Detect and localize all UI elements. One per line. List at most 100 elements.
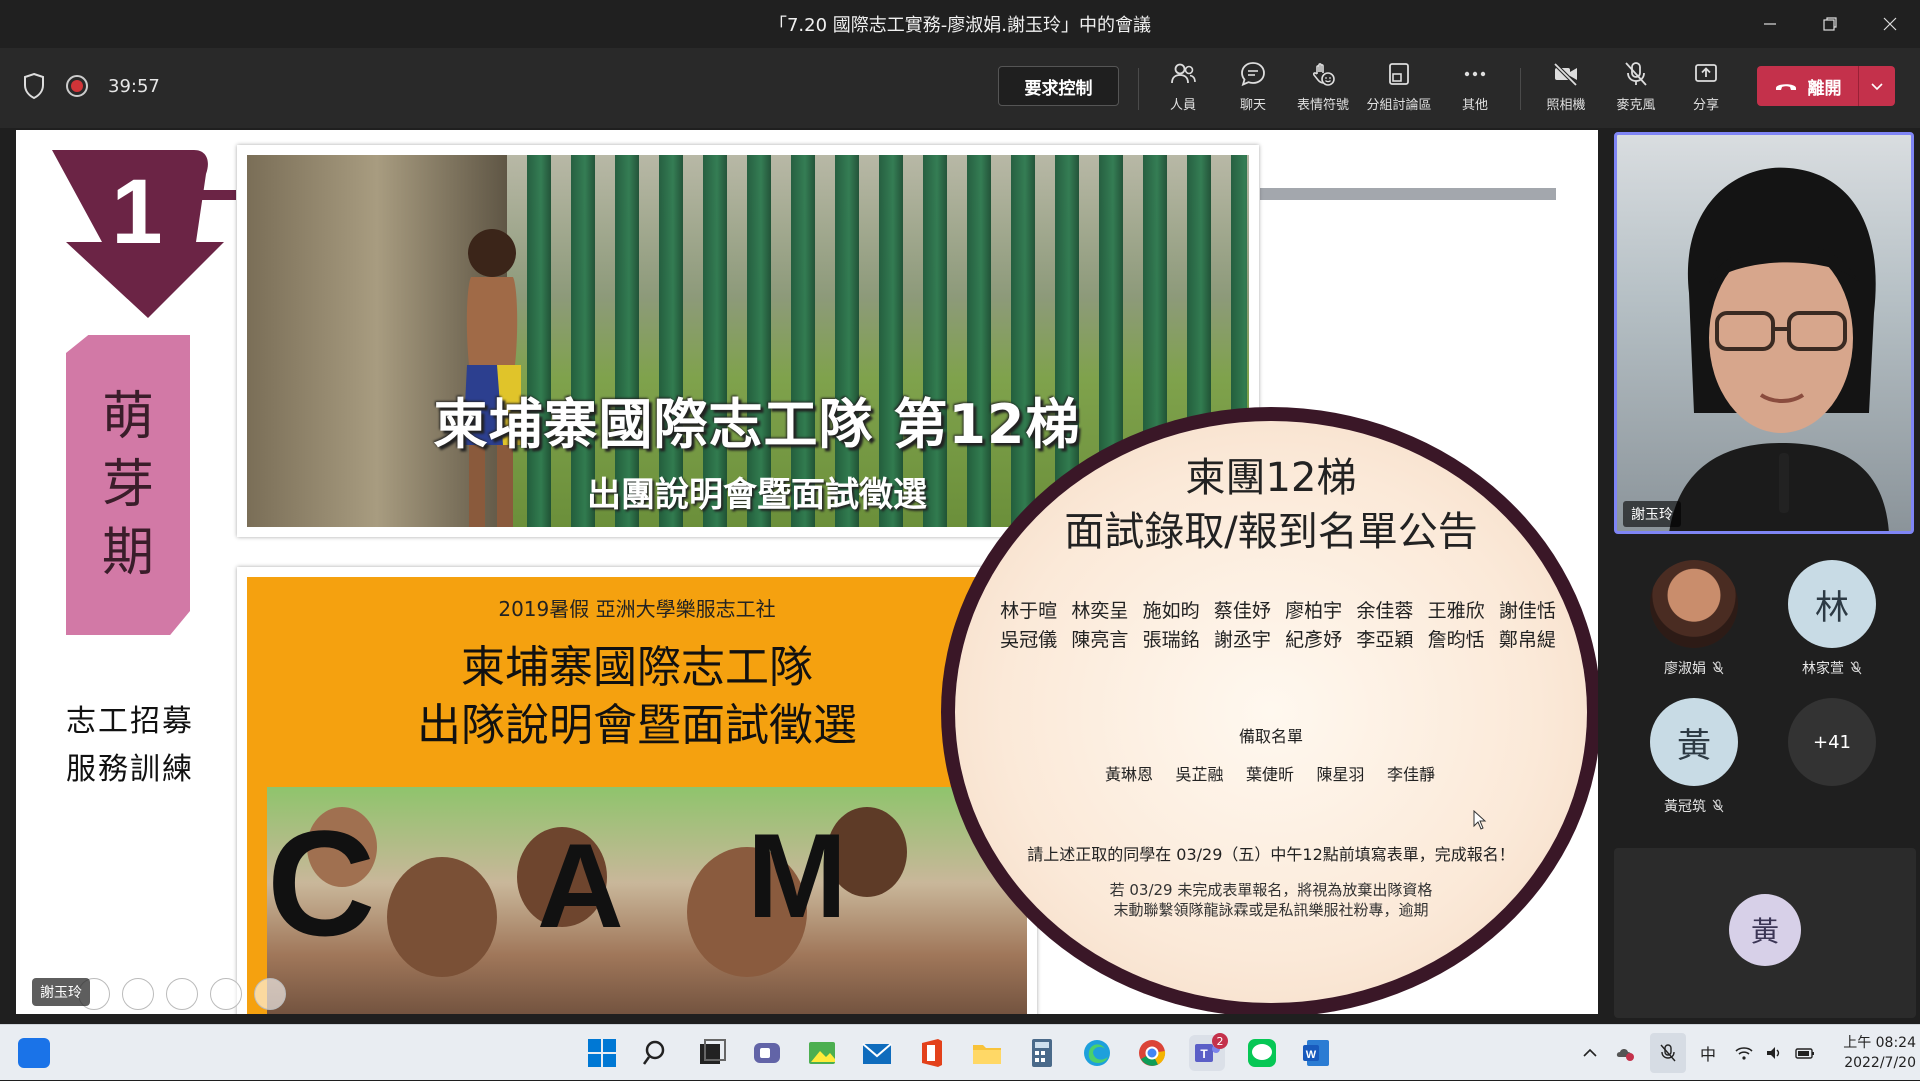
meeting-timer: 39:57 — [108, 75, 160, 97]
chat-button[interactable]: 聊天 — [1213, 60, 1293, 120]
system-clock[interactable]: 上午 08:24 2022/7/20 — [1816, 1033, 1916, 1073]
photos-icon[interactable] — [804, 1035, 840, 1071]
presenter-label: 謝玉玲 — [32, 978, 90, 1006]
stage-char: 期 — [101, 523, 154, 583]
alternate-name: 葉倢昕 — [1245, 765, 1294, 784]
reactions-button[interactable]: 表情符號 — [1283, 60, 1363, 120]
leave-meeting-button[interactable]: 離開 — [1757, 66, 1895, 106]
reactions-label: 表情符號 — [1296, 98, 1349, 113]
participant-tile[interactable]: 林 林家萱 — [1772, 560, 1892, 678]
file-explorer-icon[interactable] — [969, 1035, 1005, 1071]
accepted-name: 鄭帛緹 — [1498, 629, 1556, 651]
share-button[interactable]: 分享 — [1666, 60, 1746, 120]
participant-name-row: 廖淑娟 — [1634, 658, 1754, 678]
battery-icon[interactable] — [1794, 1044, 1816, 1062]
search-icon[interactable] — [639, 1035, 675, 1071]
ime-indicator[interactable]: 中 — [1700, 1041, 1716, 1065]
announcement-title-line: 面試錄取/報到名單公告 — [1064, 509, 1478, 555]
onedrive-icon[interactable] — [1614, 1043, 1636, 1063]
participant-video-tile[interactable]: 黃 — [1614, 848, 1916, 1018]
child-face — [387, 857, 497, 977]
window-title: 「7.20 國際志工實務-廖淑娟.謝玉玲」中的會議 — [768, 15, 1151, 36]
mic-tray-button[interactable] — [1650, 1033, 1686, 1073]
calculator-icon[interactable] — [1024, 1035, 1060, 1071]
pen-tool-button[interactable] — [122, 978, 154, 1010]
minimize-button[interactable] — [1740, 0, 1800, 48]
meeting-toolbar: 39:57 要求控制 人員 聊天 表情符號 分組討論區 其他 照相機 麥克風 分… — [0, 48, 1920, 128]
shield-icon[interactable] — [22, 72, 46, 100]
zoom-button[interactable] — [210, 978, 242, 1010]
breakout-rooms-icon — [1389, 63, 1409, 85]
windows-taskbar: T 2 W 中 上午 08:24 2022/7/20 — [0, 1024, 1920, 1080]
mic-toggle-button[interactable]: 麥克風 — [1596, 60, 1676, 120]
volume-icon[interactable] — [1764, 1044, 1784, 1062]
shared-slide[interactable]: 1 萌 芽 期 志工招募 服務訓練 柬埔寨國際志工隊 第12梯 出團說明會暨面試… — [16, 130, 1598, 1014]
alternate-name: 陳星羽 — [1316, 765, 1365, 784]
registration-notice: 請上述正取的同學在 03/29（五）中午12點前填寫表單，完成報名！ — [1027, 845, 1515, 864]
share-icon — [1695, 64, 1717, 82]
more-options-button[interactable]: 其他 — [1435, 60, 1515, 120]
decorative-bar — [1260, 188, 1556, 200]
close-window-button[interactable] — [1860, 0, 1920, 48]
announcement-title: 柬團12梯 面試錄取/報到名單公告 — [955, 451, 1587, 559]
toolbar-divider — [1520, 68, 1521, 110]
chrome-icon[interactable] — [1134, 1035, 1170, 1071]
people-button[interactable]: 人員 — [1143, 60, 1223, 120]
leave-dropdown[interactable] — [1859, 81, 1895, 91]
poster: 2019暑假 亞洲大學樂服志工社 柬埔寨國際志工隊 出隊說明會暨面試徵選 C A… — [247, 577, 1027, 1014]
deadline-notice: 若 03/29 未完成表單報名，將視為放棄出隊資格 — [1109, 881, 1433, 899]
word-icon[interactable]: W — [1299, 1035, 1335, 1071]
announcement-content: 柬團12梯 面試錄取/報到名單公告 林于暄 林奕呈 施如昀 蔡佳妤 廖柏宇 余佳… — [955, 421, 1587, 1003]
alternate-list: 黃琳恩 吳芷融 葉倢昕 陳星羽 李佳靜 — [1105, 761, 1435, 785]
alternate-name: 吳芷融 — [1175, 765, 1224, 784]
accepted-name: 施如昀 — [1142, 600, 1200, 622]
office-icon[interactable] — [914, 1035, 950, 1071]
active-speaker-name: 謝玉玲 — [1623, 501, 1681, 527]
participants-panel: 謝玉玲 廖淑娟 林 林家萱 黃 黃冠筑 +41 黃 — [1610, 128, 1920, 1024]
mail-icon[interactable] — [859, 1035, 895, 1071]
accepted-name: 紀彥妤 — [1285, 629, 1343, 651]
camera-toggle-button[interactable]: 照相機 — [1526, 60, 1606, 120]
widgets-icon[interactable] — [18, 1038, 50, 1068]
leave-main[interactable]: 離開 — [1757, 66, 1859, 106]
people-icon — [1171, 63, 1196, 84]
camera-off-icon — [1553, 62, 1578, 87]
participant-name-row: 林家萱 — [1772, 658, 1892, 678]
teams-chat-icon[interactable] — [749, 1035, 785, 1071]
slides-overview-button[interactable] — [166, 978, 198, 1010]
hang-up-icon — [1775, 84, 1796, 90]
reactions-icon — [1312, 63, 1335, 86]
more-options-label: 其他 — [1461, 98, 1488, 113]
accepted-name: 陳亮言 — [1071, 629, 1129, 651]
teams-notification-badge: 2 — [1212, 1033, 1228, 1049]
avatar: 黃 — [1650, 698, 1738, 786]
start-icon[interactable] — [584, 1035, 620, 1071]
speaker-video-feed — [1669, 167, 1889, 531]
chevron-up-icon[interactable] — [1580, 1043, 1600, 1063]
shared-content-stage: 1 萌 芽 期 志工招募 服務訓練 柬埔寨國際志工隊 第12梯 出團說明會暨面試… — [0, 128, 1610, 1024]
photo-title: 柬埔寨國際志工隊 第12梯 — [433, 393, 1081, 456]
request-control-button[interactable]: 要求控制 — [998, 66, 1119, 106]
leave-label: 離開 — [1807, 78, 1842, 99]
more-participants-button[interactable]: +41 — [1772, 698, 1892, 786]
task-view-icon[interactable] — [694, 1035, 730, 1071]
breakout-rooms-button[interactable]: 分組討論區 — [1359, 60, 1439, 120]
clock-date: 2022/7/20 — [1844, 1055, 1916, 1071]
share-label: 分享 — [1692, 98, 1719, 113]
poster-letter: A — [537, 819, 624, 953]
participant-tile[interactable]: 廖淑娟 — [1634, 560, 1754, 678]
active-speaker-video[interactable]: 謝玉玲 — [1614, 132, 1914, 534]
announcement-title-line: 柬團12梯 — [1185, 455, 1357, 501]
accepted-list: 林于暄 林奕呈 施如昀 蔡佳妤 廖柏宇 余佳蓉 王雅欣 謝佳恬 吳冠儀 陳亮言 … — [993, 596, 1563, 652]
poster-title-line: 出隊說明會暨面試徵選 — [417, 700, 857, 751]
slide-more-button[interactable] — [254, 978, 286, 1010]
window-controls — [1740, 0, 1920, 48]
stage-tag: 萌 芽 期 — [66, 335, 190, 635]
wifi-icon[interactable] — [1734, 1044, 1754, 1062]
participant-tile[interactable]: 黃 黃冠筑 — [1634, 698, 1754, 816]
line-icon[interactable] — [1244, 1035, 1280, 1071]
restore-button[interactable] — [1800, 0, 1860, 48]
avatar: 黃 — [1729, 894, 1801, 966]
edge-icon[interactable] — [1079, 1035, 1115, 1071]
decorative-bar — [196, 190, 236, 200]
